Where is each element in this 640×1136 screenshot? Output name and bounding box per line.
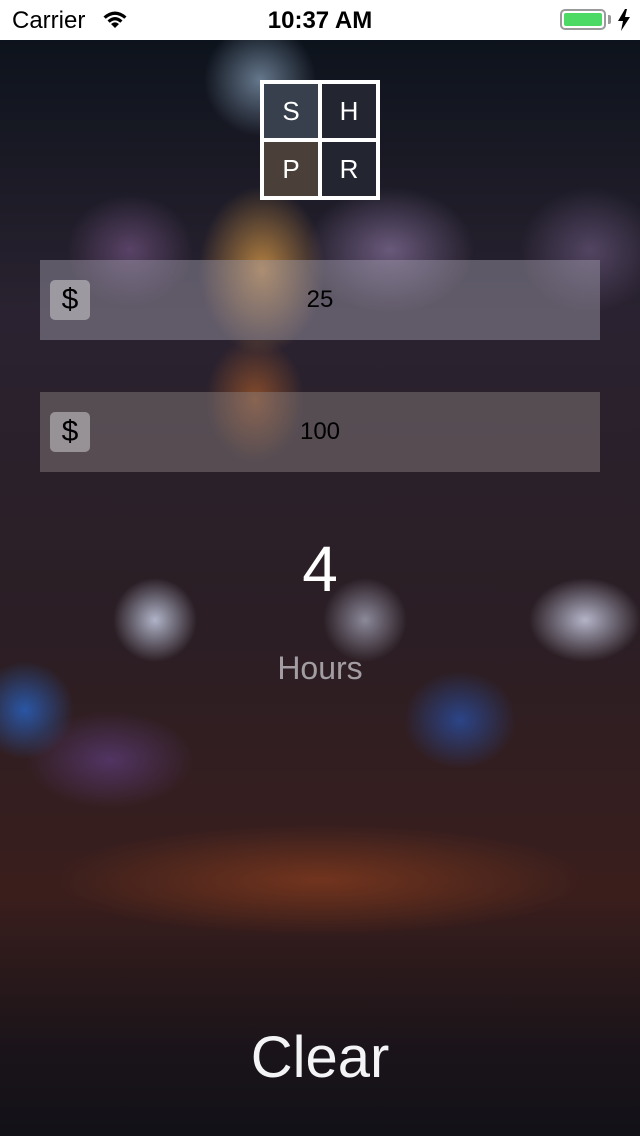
clear-button[interactable]: Clear bbox=[220, 1018, 420, 1098]
charging-bolt-icon bbox=[617, 9, 631, 38]
battery-icon bbox=[560, 9, 606, 30]
dollar-icon: $ bbox=[50, 412, 90, 452]
app-logo: S H P R bbox=[260, 80, 380, 200]
result-value: 4 bbox=[302, 533, 338, 605]
logo-letter: S bbox=[264, 84, 318, 138]
result-unit-label: Hours bbox=[277, 650, 363, 686]
price-field[interactable]: 100 $ bbox=[40, 392, 600, 472]
hourly-rate-input[interactable]: 25 bbox=[40, 260, 600, 340]
logo-letter: H bbox=[322, 84, 376, 138]
battery-tip bbox=[608, 15, 611, 24]
logo-letter: R bbox=[322, 142, 376, 196]
dollar-icon: $ bbox=[50, 280, 90, 320]
hourly-rate-field[interactable]: 25 $ bbox=[40, 260, 600, 340]
logo-letter: P bbox=[264, 142, 318, 196]
status-bar: Carrier 10:37 AM bbox=[0, 0, 640, 40]
clock-time: 10:37 AM bbox=[267, 7, 373, 34]
price-input[interactable]: 100 bbox=[40, 392, 600, 472]
